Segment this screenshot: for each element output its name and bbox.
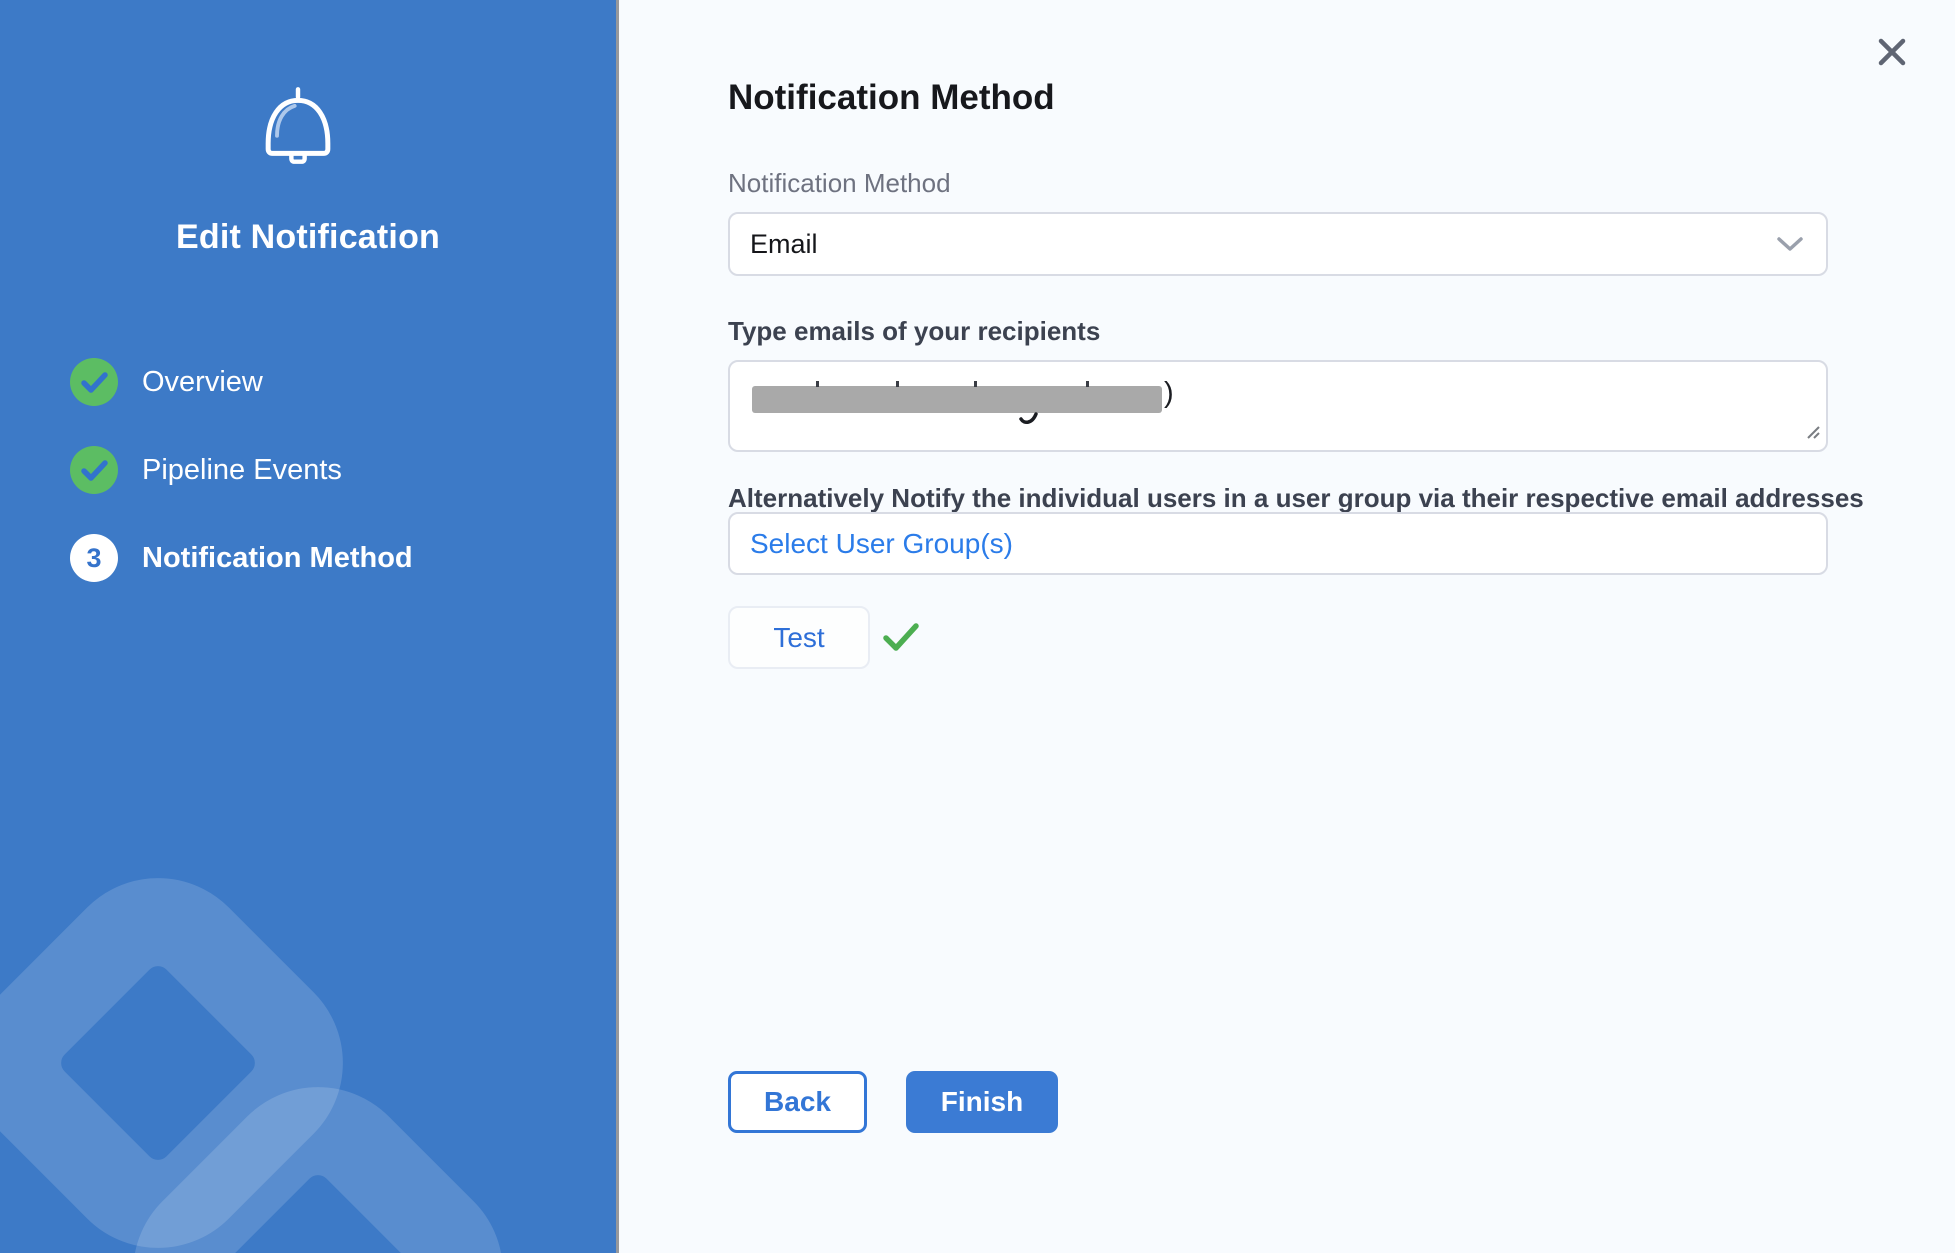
user-group-label: Alternatively Notify the individual user… bbox=[728, 483, 1864, 514]
check-icon bbox=[882, 621, 920, 658]
step-pipeline-events[interactable]: Pipeline Events bbox=[70, 446, 570, 494]
select-user-groups-link[interactable]: Select User Group(s) bbox=[750, 528, 1013, 560]
bell-icon bbox=[262, 86, 334, 170]
notification-method-select[interactable]: Email bbox=[728, 212, 1828, 276]
wizard-title: Edit Notification bbox=[0, 218, 616, 257]
chevron-down-icon bbox=[1776, 236, 1804, 259]
back-button[interactable]: Back bbox=[728, 1071, 867, 1133]
wizard-steps: Overview Pipeline Events 3 Notification … bbox=[70, 358, 570, 622]
step-notification-method[interactable]: 3 Notification Method bbox=[70, 534, 570, 582]
redacted-email-value bbox=[752, 386, 1162, 413]
redacted-text-fragment bbox=[974, 381, 977, 387]
select-user-groups-field[interactable]: Select User Group(s) bbox=[728, 512, 1828, 575]
step-number: 3 bbox=[70, 534, 118, 582]
recipients-textarea[interactable]: ) bbox=[728, 360, 1828, 452]
finish-button[interactable]: Finish bbox=[906, 1071, 1058, 1133]
step-overview[interactable]: Overview bbox=[70, 358, 570, 406]
check-circle-icon bbox=[70, 446, 118, 494]
step-label: Overview bbox=[142, 366, 263, 399]
close-icon[interactable] bbox=[1872, 32, 1912, 72]
selected-method-value: Email bbox=[750, 229, 818, 260]
recipients-label: Type emails of your recipients bbox=[728, 316, 1100, 347]
notification-method-panel: Notification Method Notification Method … bbox=[619, 0, 1955, 1253]
page-title: Notification Method bbox=[728, 78, 1055, 118]
resize-handle-icon[interactable] bbox=[1804, 423, 1822, 446]
test-button[interactable]: Test bbox=[728, 606, 870, 669]
wizard-sidebar: Edit Notification Overview Pipeline Even… bbox=[0, 0, 616, 1253]
redacted-text-fragment bbox=[816, 381, 819, 387]
redacted-text-fragment bbox=[896, 381, 899, 387]
step-label: Pipeline Events bbox=[142, 454, 342, 487]
step-label: Notification Method bbox=[142, 542, 413, 575]
redacted-text-fragment bbox=[1018, 412, 1040, 431]
check-circle-icon bbox=[70, 358, 118, 406]
redacted-value-suffix: ) bbox=[1164, 377, 1174, 410]
redacted-text-fragment bbox=[1086, 381, 1089, 387]
step-number-badge: 3 bbox=[70, 534, 118, 582]
method-label: Notification Method bbox=[728, 168, 951, 199]
